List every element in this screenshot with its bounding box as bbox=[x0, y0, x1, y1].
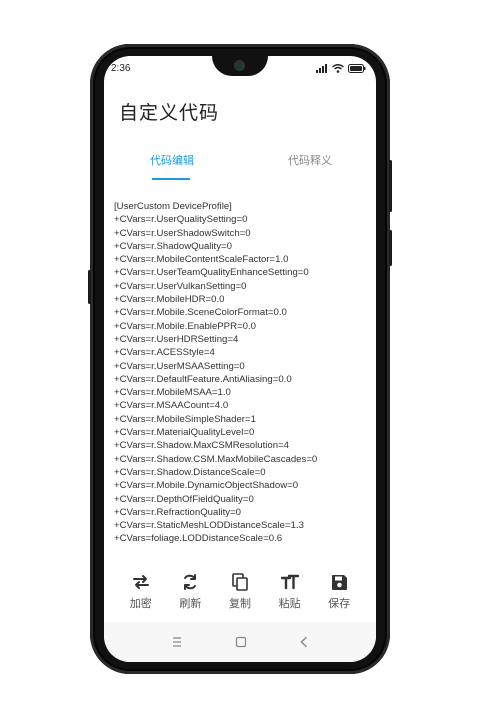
home-icon[interactable] bbox=[235, 636, 247, 648]
system-nav-bar bbox=[104, 622, 376, 662]
code-line: +CVars=r.Mobile.SceneColorFormat=0.0 bbox=[114, 307, 287, 319]
code-line: +CVars=r.ACESStyle=4 bbox=[114, 347, 215, 359]
phone-volume-button bbox=[389, 230, 392, 266]
signal-icon bbox=[316, 64, 327, 73]
code-line: +CVars=r.MaterialQualityLevel=0 bbox=[114, 427, 255, 439]
refresh-label: 刷新 bbox=[179, 597, 202, 610]
code-line: +CVars=r.UserTeamQualityEnhanceSetting=0 bbox=[114, 267, 309, 279]
code-line: +CVars=r.UserVulkanSetting=0 bbox=[114, 280, 247, 292]
code-line: +CVars=r.UserMSAASetting=0 bbox=[114, 360, 245, 372]
code-line: +CVars=r.MobileSimpleShader=1 bbox=[114, 413, 256, 425]
encrypt-label: 加密 bbox=[129, 597, 152, 610]
wifi-icon bbox=[332, 64, 344, 73]
page-title: 自定义代码 bbox=[119, 102, 220, 124]
copy-label: 复制 bbox=[228, 597, 251, 610]
code-line: +CVars=foliage.LODDistanceScale=0.6 bbox=[114, 533, 283, 545]
save-button[interactable]: 保存 bbox=[319, 572, 359, 618]
save-icon bbox=[331, 574, 347, 590]
encrypt-button[interactable]: 加密 bbox=[121, 572, 161, 618]
save-label: 保存 bbox=[328, 597, 351, 610]
paste-button[interactable]: 粘贴 bbox=[270, 572, 310, 618]
code-line: +CVars=r.Shadow.CSM.MaxMobileCascades=0 bbox=[114, 453, 318, 465]
code-editor[interactable]: [UserCustom DeviceProfile] +CVars=r.UserQ… bbox=[114, 200, 364, 546]
copy-button[interactable]: 复制 bbox=[220, 572, 260, 618]
screen: 2:36 自定义代码 代码编辑 代码释义 [UserCustom DeviceP… bbox=[104, 56, 376, 662]
code-line: +CVars=r.Shadow.MaxCSMResolution=4 bbox=[114, 440, 289, 452]
tab-indicator bbox=[152, 178, 190, 180]
status-bar: 2:36 bbox=[104, 56, 376, 80]
code-line: +CVars=r.RefractionQuality=0 bbox=[114, 506, 241, 518]
code-line: [UserCustom DeviceProfile] bbox=[114, 201, 232, 212]
refresh-icon bbox=[184, 574, 197, 590]
code-line: +CVars=r.UserShadowSwitch=0 bbox=[114, 227, 251, 239]
tab-code-explain[interactable]: 代码释义 bbox=[288, 152, 332, 168]
refresh-button[interactable]: 刷新 bbox=[170, 572, 210, 618]
paste-label: 粘贴 bbox=[278, 597, 301, 610]
battery-icon bbox=[348, 64, 366, 73]
phone-side-button-left bbox=[88, 270, 91, 304]
phone-power-button bbox=[389, 160, 392, 212]
code-line: +CVars=r.UserQualitySetting=0 bbox=[114, 214, 248, 226]
copy-icon bbox=[232, 573, 248, 591]
tab-bar: 代码编辑 代码释义 bbox=[104, 152, 376, 182]
status-time: 2:36 bbox=[111, 63, 131, 74]
code-line: +CVars=r.MobileMSAA=1.0 bbox=[114, 387, 231, 399]
tab-code-edit[interactable]: 代码编辑 bbox=[150, 152, 194, 168]
menu-icon[interactable] bbox=[170, 636, 184, 648]
status-icons bbox=[316, 64, 366, 73]
code-line: +CVars=r.MobileContentScaleFactor=1.0 bbox=[114, 254, 289, 266]
code-line: +CVars=r.ShadowQuality=0 bbox=[114, 240, 232, 252]
text-size-icon bbox=[280, 574, 299, 590]
code-line: +CVars=r.DefaultFeature.AntiAliasing=0.0 bbox=[114, 373, 292, 385]
bottom-toolbar: 加密 刷新 复制 粘贴 保存 bbox=[104, 572, 376, 618]
code-line: +CVars=r.DepthOfFieldQuality=0 bbox=[114, 493, 254, 505]
code-line: +CVars=r.Mobile.DynamicObjectShadow=0 bbox=[114, 480, 299, 492]
code-line: +CVars=r.UserHDRSetting=4 bbox=[114, 333, 239, 345]
code-line: +CVars=r.Mobile.EnablePPR=0.0 bbox=[114, 320, 256, 332]
code-line: +CVars=r.MSAACount=4.0 bbox=[114, 400, 229, 412]
code-line: +CVars=r.MobileHDR=0.0 bbox=[114, 294, 225, 306]
encrypt-icon bbox=[132, 575, 149, 589]
back-icon[interactable] bbox=[298, 636, 310, 648]
code-line: +CVars=r.Shadow.DistanceScale=0 bbox=[114, 466, 266, 478]
code-line: +CVars=r.StaticMeshLODDistanceScale=1.3 bbox=[114, 520, 304, 532]
